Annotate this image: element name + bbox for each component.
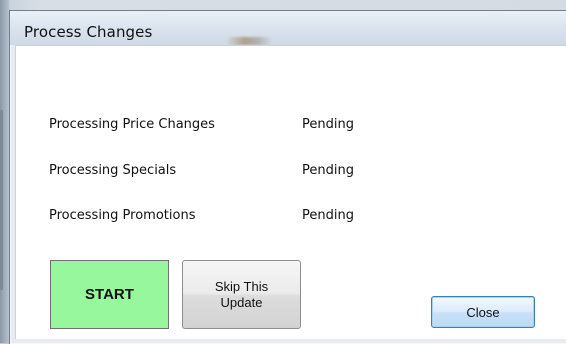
specials-label: Processing Specials <box>49 163 177 178</box>
specials-status: Pending <box>302 163 354 178</box>
background-window-edge <box>0 0 9 343</box>
close-button-label: Close <box>466 304 500 320</box>
start-button[interactable]: START <box>50 260 169 329</box>
title-bar[interactable]: Process Changes <box>10 11 566 45</box>
dialog-content: Processing Price Changes Pending Process… <box>15 45 566 339</box>
promotions-label: Processing Promotions <box>49 208 196 223</box>
start-button-label: START <box>85 286 134 303</box>
skip-update-button[interactable]: Skip This Update <box>182 260 301 329</box>
price-changes-status: Pending <box>302 117 354 132</box>
process-changes-dialog: Process Changes Processing Price Changes… <box>9 10 566 344</box>
price-changes-label: Processing Price Changes <box>49 117 215 132</box>
close-button[interactable]: Close <box>431 296 535 328</box>
window-title: Process Changes <box>24 23 153 41</box>
skip-button-label-line1: Skip This <box>214 278 269 294</box>
skip-button-label-line2: Update <box>220 294 263 310</box>
background-window-edge-mark <box>0 110 3 290</box>
title-bar-artifact <box>226 37 272 45</box>
promotions-status: Pending <box>302 208 354 223</box>
